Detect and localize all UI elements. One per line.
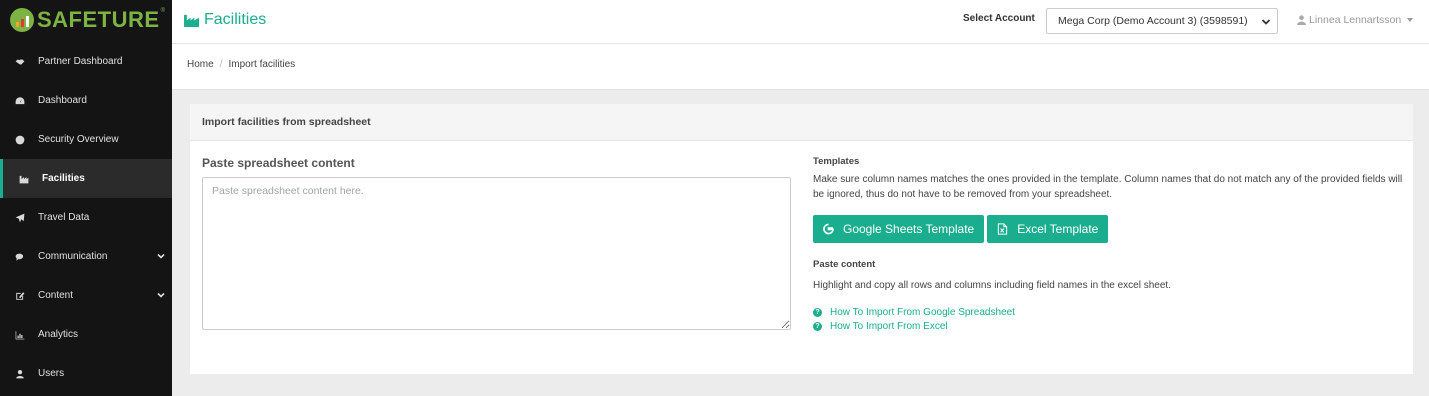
caret-down-icon xyxy=(1407,18,1414,22)
help-links: ? How To Import From Google Spreadsheet … xyxy=(813,305,1403,333)
page-title-text: Facilities xyxy=(204,11,267,28)
chevron-down-icon[interactable] xyxy=(156,251,166,261)
sidebar-item-label: Users xyxy=(38,368,65,379)
account-select[interactable]: Mega Corp (Demo Account 3) (3598591) xyxy=(1046,8,1278,34)
help-link-label: How To Import From Excel xyxy=(830,320,948,332)
factory-icon xyxy=(18,173,30,185)
google-icon xyxy=(823,223,834,235)
help-link-google-spreadsheet[interactable]: ? How To Import From Google Spreadsheet xyxy=(813,305,1403,319)
sidebar-item-partner-dashboard[interactable]: Partner Dashboard xyxy=(0,42,172,81)
bar-chart-icon xyxy=(14,329,26,341)
sidebar-nav: Partner Dashboard Dashboard Security Ove… xyxy=(0,42,172,393)
factory-icon xyxy=(184,14,199,27)
sidebar-item-label: Dashboard xyxy=(38,95,87,106)
logo-mark-icon xyxy=(10,8,34,32)
google-sheets-template-label: Google Sheets Template xyxy=(843,222,975,236)
sidebar-item-label: Facilities xyxy=(42,173,85,184)
sidebar-item-label: Security Overview xyxy=(38,134,119,145)
sidebar-item-dashboard[interactable]: Dashboard xyxy=(0,81,172,120)
dashboard-icon xyxy=(14,95,26,107)
excel-file-icon xyxy=(998,223,1008,235)
user-icon xyxy=(14,368,26,380)
select-account-label: Select Account xyxy=(963,13,1035,24)
excel-template-button[interactable]: Excel Template xyxy=(987,215,1109,243)
user-menu[interactable]: Linnea Lennartsson xyxy=(1297,14,1414,26)
instructions-column: Templates Make sure column names matches… xyxy=(813,156,1403,333)
breadcrumb: Home / Import facilities xyxy=(187,59,295,70)
templates-description: Make sure column names matches the ones … xyxy=(813,174,1403,200)
import-panel: Import facilities from spreadsheet Paste… xyxy=(190,104,1413,374)
sidebar: SAFETURE ® Partner Dashboard Dashboard S… xyxy=(0,0,172,396)
safeture-logo[interactable]: SAFETURE ® xyxy=(0,0,172,40)
sidebar-item-label: Travel Data xyxy=(38,212,90,223)
logo-registered-mark: ® xyxy=(160,8,165,14)
user-icon xyxy=(1297,15,1306,25)
page-title: Facilities xyxy=(184,11,266,29)
sidebar-item-content[interactable]: Content xyxy=(0,276,172,315)
question-circle-icon: ? xyxy=(813,321,822,331)
logo-text: SAFETURE xyxy=(37,7,160,32)
chevron-down-icon[interactable] xyxy=(156,290,166,300)
user-name: Linnea Lennartsson xyxy=(1309,14,1402,26)
edit-icon xyxy=(14,290,26,302)
sidebar-item-label: Content xyxy=(38,290,74,301)
google-sheets-template-button[interactable]: Google Sheets Template xyxy=(813,215,985,243)
templates-heading: Templates xyxy=(813,156,860,167)
breadcrumb-current: Import facilities xyxy=(228,59,296,70)
sidebar-item-travel-data[interactable]: Travel Data xyxy=(0,198,172,237)
comments-icon xyxy=(14,251,26,263)
sidebar-item-label: Partner Dashboard xyxy=(38,56,123,67)
template-buttons: Google Sheets Template Excel Template xyxy=(813,215,1403,243)
sidebar-item-facilities[interactable]: Facilities xyxy=(0,159,172,198)
sidebar-item-label: Communication xyxy=(38,251,108,262)
handshake-icon xyxy=(14,56,26,68)
excel-template-label: Excel Template xyxy=(1017,222,1099,236)
breadcrumb-bar: Home / Import facilities xyxy=(172,44,1429,90)
breadcrumb-home[interactable]: Home xyxy=(187,59,214,70)
help-link-excel[interactable]: ? How To Import From Excel xyxy=(813,319,1403,333)
sidebar-item-users[interactable]: Users xyxy=(0,354,172,393)
paste-spreadsheet-textarea[interactable] xyxy=(202,177,791,330)
chevron-down-icon xyxy=(1261,19,1271,25)
paste-content-title: Paste spreadsheet content xyxy=(202,156,355,170)
globe-icon xyxy=(14,134,26,146)
sidebar-item-security-overview[interactable]: Security Overview xyxy=(0,120,172,159)
sidebar-item-analytics[interactable]: Analytics xyxy=(0,315,172,354)
paste-content-heading: Paste content xyxy=(813,259,876,270)
breadcrumb-separator: / xyxy=(219,59,223,70)
sidebar-item-communication[interactable]: Communication xyxy=(0,237,172,276)
sidebar-item-label: Analytics xyxy=(38,329,79,340)
plane-icon xyxy=(14,212,26,224)
paste-content-description: Highlight and copy all rows and columns … xyxy=(813,280,1171,291)
panel-heading: Import facilities from spreadsheet xyxy=(190,104,1413,141)
help-link-label: How To Import From Google Spreadsheet xyxy=(830,306,1015,318)
account-select-value: Mega Corp (Demo Account 3) (3598591) xyxy=(1058,15,1248,27)
question-circle-icon: ? xyxy=(813,307,822,317)
top-bar: Facilities Select Account Mega Corp (Dem… xyxy=(172,0,1429,44)
